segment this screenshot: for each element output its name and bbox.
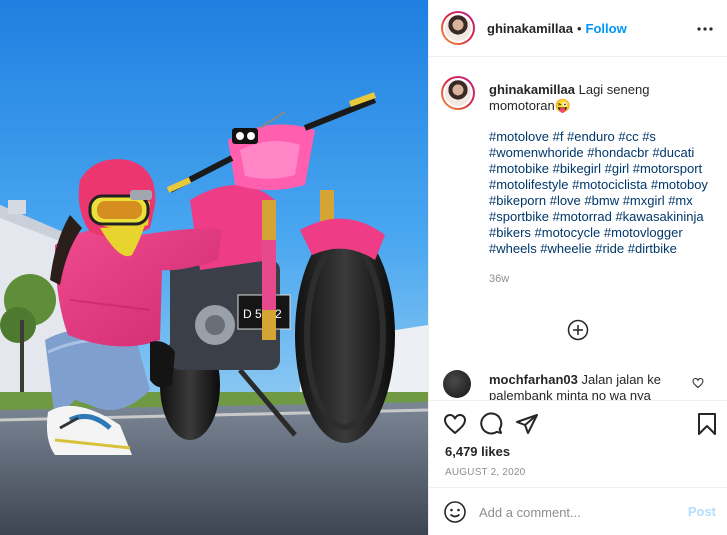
comment-icon[interactable]	[479, 412, 503, 436]
header-separator: •	[576, 20, 582, 36]
heart-icon[interactable]	[443, 412, 467, 436]
comment-item: mochfarhan03 Jalan jalan ke palembank mi…	[441, 370, 727, 400]
emoji-icon[interactable]	[443, 500, 467, 524]
load-more-comments-icon[interactable]	[567, 319, 589, 341]
post-comment-button[interactable]: Post	[688, 504, 716, 519]
commenter-username[interactable]: mochfarhan03	[489, 372, 578, 387]
caption-username[interactable]: ghinakamillaa	[489, 82, 575, 97]
comment-input[interactable]	[479, 502, 679, 522]
post-date[interactable]: AUGUST 2, 2020	[445, 467, 525, 478]
post-actions: 6,479 likes AUGUST 2, 2020	[429, 400, 727, 486]
author-avatar-image	[445, 15, 471, 41]
caption-time[interactable]: 36w	[489, 271, 714, 287]
caption-avatar[interactable]	[441, 76, 475, 110]
post-header: ghinakamillaa • Follow	[429, 0, 727, 57]
caption-avatar-frame	[443, 78, 473, 108]
author-avatar-frame	[443, 13, 473, 43]
post-sidebar: ghinakamillaa • Follow ghinakamillaa Lag…	[428, 0, 727, 535]
share-icon[interactable]	[515, 412, 539, 436]
save-icon[interactable]	[695, 412, 719, 436]
more-horizontal-icon[interactable]	[696, 22, 714, 36]
follow-button[interactable]: Follow	[586, 21, 627, 36]
caption-hashtags[interactable]: #motolove #f #enduro #cc #s #womenwhorid…	[489, 129, 714, 257]
caption-avatar-image	[445, 80, 471, 106]
comments-section[interactable]: ghinakamillaa Lagi seneng momotoran😜 #mo…	[429, 58, 727, 400]
post-photo[interactable]: D 5732	[0, 0, 428, 535]
author-avatar[interactable]	[441, 11, 475, 45]
photo-illustration: D 5732	[0, 0, 428, 535]
add-comment-bar: Post	[429, 487, 727, 535]
comment-like-heart-icon[interactable]	[692, 377, 704, 389]
caption-body: ghinakamillaa Lagi seneng momotoran😜 #mo…	[489, 82, 714, 287]
comment-body: mochfarhan03 Jalan jalan ke palembank mi…	[489, 372, 689, 400]
commenter-avatar[interactable]	[443, 370, 471, 398]
author-username[interactable]: ghinakamillaa	[487, 21, 573, 36]
likes-count[interactable]: 6,479 likes	[445, 444, 510, 459]
